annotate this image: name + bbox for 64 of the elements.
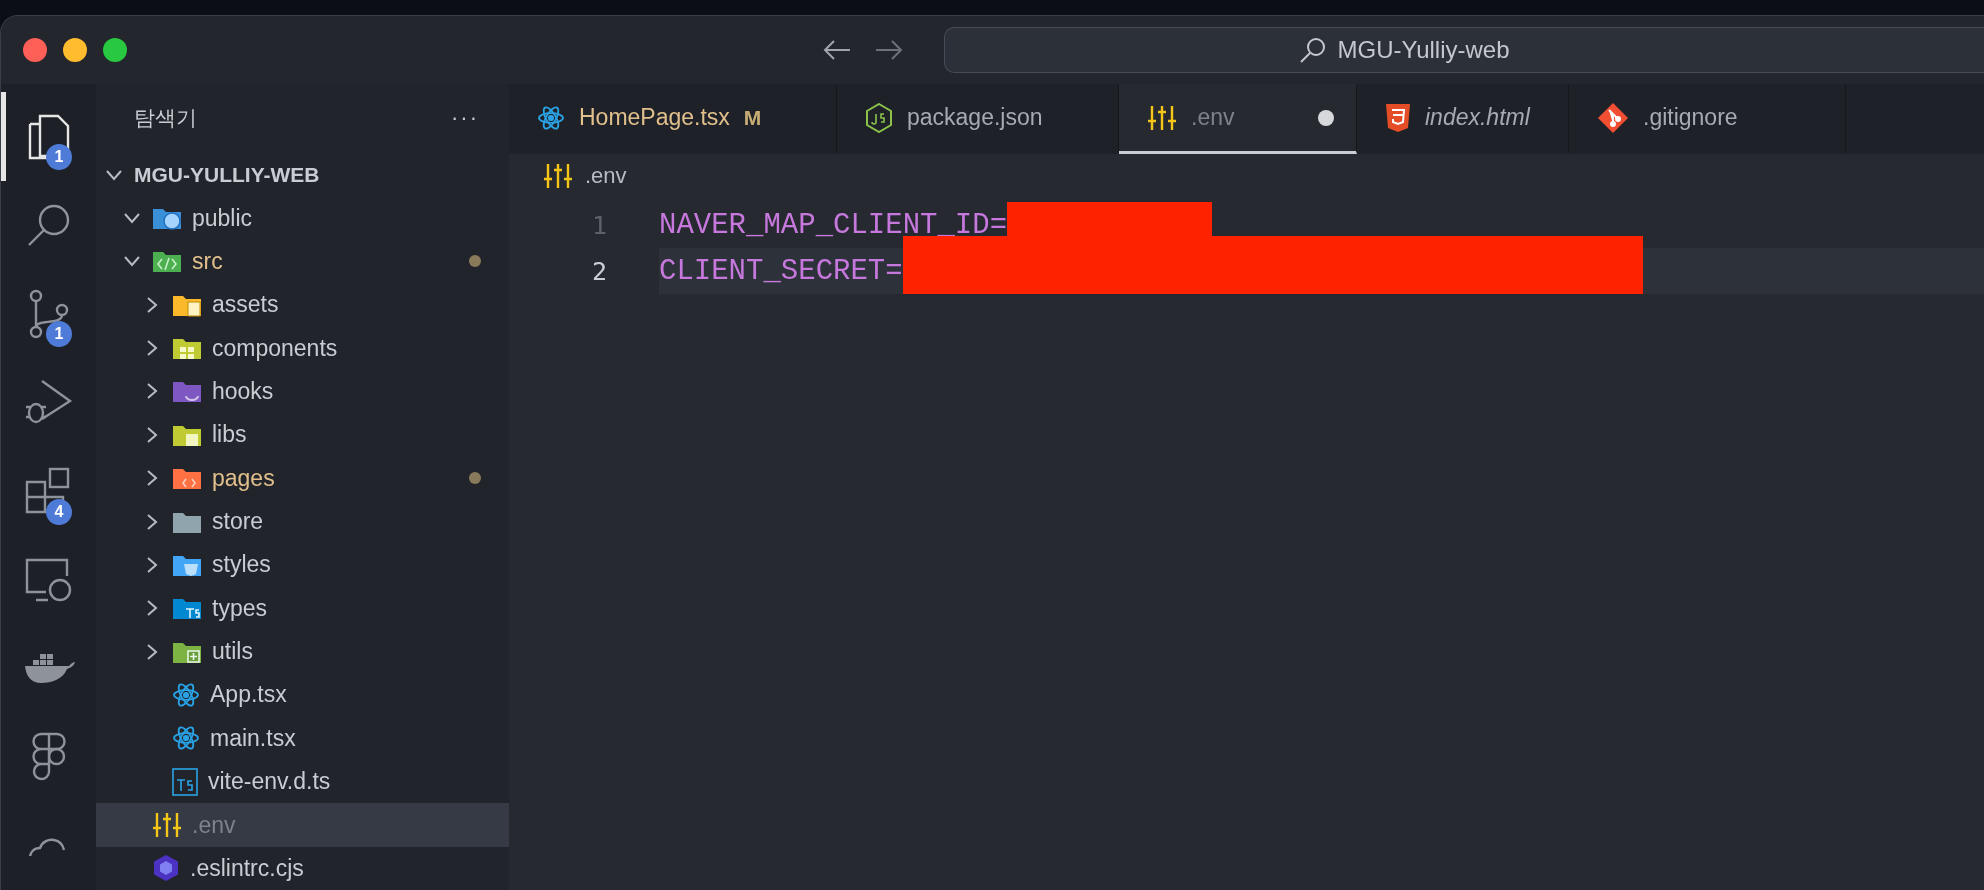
figma-icon	[31, 732, 66, 783]
file-item[interactable]: vite-env.d.ts	[96, 760, 509, 804]
file-name: components	[212, 334, 339, 362]
file-name: .eslintrc.cjs	[190, 854, 305, 882]
file-name: .env	[192, 811, 237, 839]
explorer-title: 탐색기	[134, 105, 197, 132]
code-line: NAVER_MAP_CLIENT_ID=	[659, 208, 1008, 242]
folder-item[interactable]: pages	[96, 456, 509, 500]
more-actions-button[interactable]: ···	[451, 105, 479, 132]
folder-item[interactable]: components	[96, 326, 509, 370]
close-button[interactable]	[23, 38, 47, 62]
modified-dot	[469, 472, 481, 485]
modified-dot	[469, 255, 481, 268]
file-name: pages	[212, 464, 276, 492]
file-name: styles	[212, 551, 272, 579]
file-name: public	[192, 204, 254, 232]
back-arrow-icon	[822, 38, 852, 62]
atom-icon	[172, 680, 200, 709]
file-name: utils	[212, 638, 254, 666]
command-center[interactable]: MGU-Yulliy-web	[944, 27, 1984, 73]
line-number: 2	[590, 256, 608, 286]
count-badge: 4	[46, 498, 72, 525]
html5-icon	[1385, 102, 1411, 133]
folder-item[interactable]: assets	[96, 283, 509, 327]
line-number: 1	[590, 210, 608, 240]
file-name: store	[212, 508, 265, 535]
file-item[interactable]: .eslintrc.cjs	[96, 846, 509, 890]
file-name: libs	[212, 421, 248, 449]
count-badge: 1	[46, 144, 72, 170]
count-badge: 1	[46, 321, 72, 348]
file-name: App.tsx	[210, 681, 288, 709]
file-name: hooks	[212, 377, 275, 405]
search-icon	[1299, 36, 1328, 64]
zoom-button[interactable]	[103, 38, 127, 62]
sliders-icon	[152, 811, 182, 840]
sliders-icon	[543, 162, 573, 190]
hexagon-icon	[152, 854, 180, 883]
ts-file-icon	[172, 767, 198, 796]
breadcrumb[interactable]: .env	[585, 163, 627, 189]
file-item[interactable]: main.tsx	[96, 716, 509, 760]
file-name: src	[192, 247, 224, 275]
file-name: assets	[212, 291, 280, 319]
git-status: M	[743, 105, 762, 130]
file-name: vite-env.d.ts	[208, 768, 332, 796]
forward-arrow-icon	[874, 38, 904, 62]
folder-item[interactable]: store	[96, 499, 509, 544]
folder-item[interactable]: hooks	[96, 369, 509, 414]
git-icon	[1597, 101, 1629, 134]
sliders-icon	[1147, 103, 1177, 132]
atom-icon	[537, 103, 565, 132]
file-name: main.tsx	[210, 724, 297, 752]
hexagon-js-icon	[865, 102, 893, 133]
editor-tab[interactable]: .env	[1119, 84, 1357, 154]
file-item[interactable]: App.tsx	[96, 673, 509, 717]
folder-item[interactable]: utils	[96, 629, 509, 674]
folder-item[interactable]: types	[96, 586, 509, 630]
folder-item[interactable]: styles	[96, 543, 509, 587]
file-name: types	[212, 594, 268, 622]
code-line: CLIENT_SECRET=	[659, 254, 903, 288]
folder-item[interactable]: public	[96, 196, 509, 240]
workspace-header[interactable]: MGU-YULLIY-WEB	[96, 152, 509, 197]
minimize-button[interactable]	[63, 38, 87, 62]
folder-item[interactable]: src	[96, 239, 509, 284]
folder-item[interactable]: libs	[96, 413, 509, 457]
